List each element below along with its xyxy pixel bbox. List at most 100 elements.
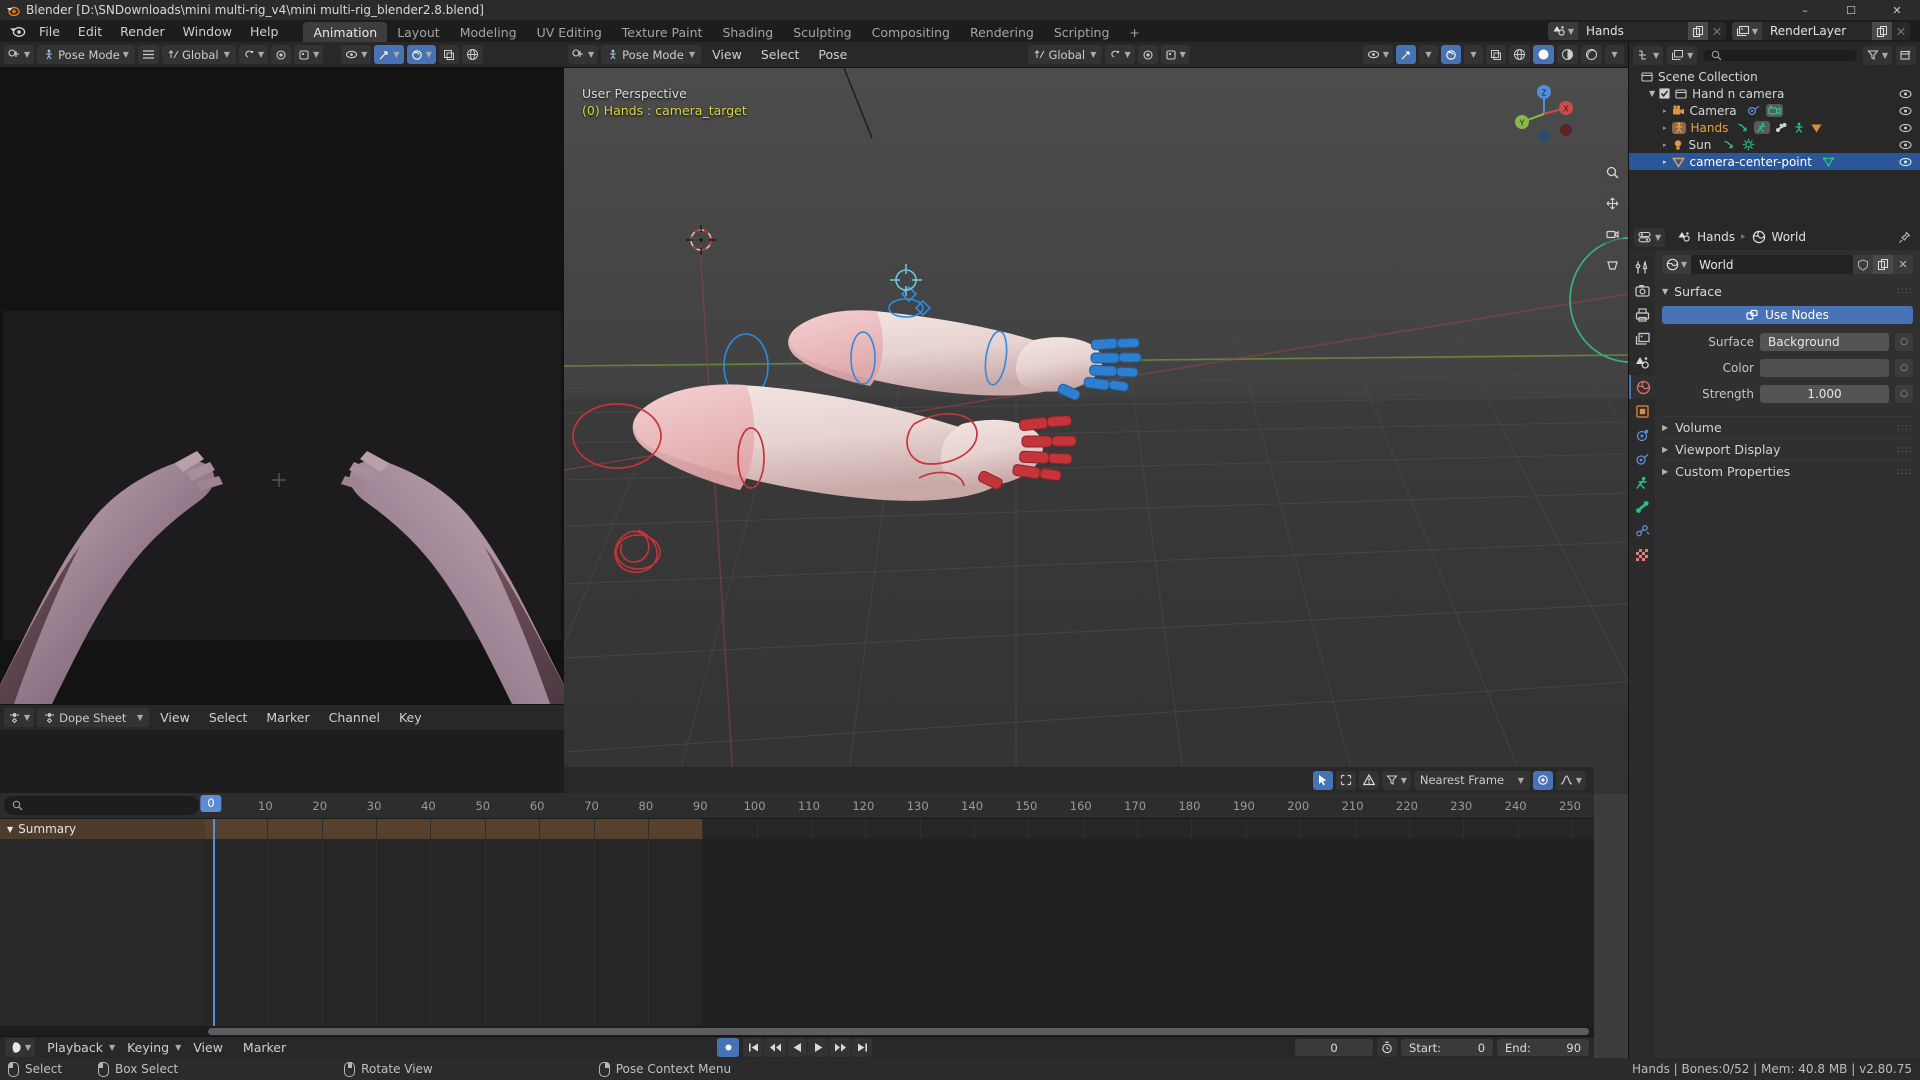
workspace-tab-add[interactable]: + <box>1119 22 1149 42</box>
menu-toggle-icon[interactable] <box>137 45 159 64</box>
snap-icon[interactable]: ▼ <box>238 45 269 64</box>
viewport-display-panel-header[interactable]: ▶ Viewport Display :::: <box>1662 438 1913 460</box>
world-name-field[interactable]: World <box>1691 255 1853 274</box>
properties-tab-world[interactable] <box>1629 375 1655 399</box>
color-swatch[interactable] <box>1760 359 1889 377</box>
expand-triangle-icon[interactable]: ▸ <box>1663 158 1667 166</box>
animation-data-icon[interactable] <box>1737 122 1749 133</box>
pose-icon[interactable] <box>1754 121 1771 134</box>
empty-data-icon[interactable] <box>1810 122 1823 134</box>
world-browse-button[interactable]: ▼ <box>1662 255 1692 274</box>
viewport-snap-icon[interactable]: ▼ <box>1105 45 1135 64</box>
unlink-world-button[interactable]: ✕ <box>1893 255 1913 274</box>
navigation-gizmo[interactable]: Z Y X <box>1508 78 1580 150</box>
viewport-transform-orientation[interactable]: Global ▼ <box>1028 45 1103 64</box>
outliner-editor-type-button[interactable]: ▼ <box>1633 45 1664 65</box>
properties-tab-constraint[interactable] <box>1629 447 1655 471</box>
start-frame-field[interactable]: Start: 0 <box>1401 1039 1494 1056</box>
dopesheet-ruler[interactable]: 0 10 20 30 40 50 60 70 80 90 100 110 120 130 140 150 160… <box>200 793 1594 818</box>
viewport-proportional-edit-icon[interactable] <box>1137 45 1158 64</box>
workspace-tab-scripting[interactable]: Scripting <box>1044 22 1120 42</box>
camera-view-icon[interactable] <box>1600 222 1624 246</box>
expand-triangle-icon[interactable]: ▸ <box>1663 141 1667 149</box>
outliner-tree[interactable]: Scene Collection ▼ Hand n camera ▸ Camer… <box>1629 68 1920 224</box>
bone-icon[interactable] <box>1775 122 1788 133</box>
light-data-icon[interactable] <box>1742 138 1755 151</box>
blender-menu-icon[interactable] <box>4 20 30 42</box>
shading-wireframe-button[interactable] <box>1509 45 1530 64</box>
workspace-tab-uv-editing[interactable]: UV Editing <box>527 22 612 42</box>
viewport-overlays-toggle-icon[interactable] <box>1441 45 1461 64</box>
outliner-filter-icon[interactable]: ▼ <box>1862 45 1892 65</box>
viewport-overlays-dropdown[interactable]: ▼ <box>1464 45 1483 64</box>
properties-tab-bone[interactable] <box>1629 495 1655 519</box>
dopesheet-editor-type-button[interactable]: ▼ <box>4 708 35 727</box>
workspace-tab-shading[interactable]: Shading <box>712 22 783 42</box>
shading-solid-button[interactable] <box>1533 45 1554 64</box>
outliner-search-input[interactable] <box>1703 49 1857 61</box>
workspace-tab-compositing[interactable]: Compositing <box>862 22 960 42</box>
menu-file[interactable]: File <box>30 20 69 42</box>
overlays-toggle-icon[interactable]: ▼ <box>406 45 436 64</box>
breadcrumb-scene[interactable]: Hands <box>1697 230 1735 244</box>
channel-summary[interactable]: ▼ Summary <box>0 819 205 839</box>
dopesheet-menu-select[interactable]: Select <box>201 710 256 725</box>
expand-triangle-icon[interactable]: ▸ <box>1663 107 1667 115</box>
viewport-falloff-icon[interactable]: ▼ <box>1160 45 1190 64</box>
dopesheet-horizontal-scrollbar[interactable] <box>0 1026 1594 1036</box>
dopesheet-mode-selector[interactable]: Dope Sheet ▼ <box>37 708 150 727</box>
transform-orientation-selector[interactable]: Global ▼ <box>161 45 236 64</box>
volume-panel-header[interactable]: ▶ Volume :::: <box>1662 416 1913 438</box>
move-view-icon[interactable] <box>1600 191 1624 215</box>
viewport-gizmo-toggle-icon[interactable] <box>1396 45 1416 64</box>
dopesheet-menu-marker[interactable]: Marker <box>258 710 317 725</box>
properties-tab-render[interactable] <box>1629 279 1655 303</box>
properties-tab-physics[interactable] <box>1629 423 1655 447</box>
maximize-button[interactable]: ☐ <box>1828 0 1874 20</box>
workspace-tab-texture-paint[interactable]: Texture Paint <box>612 22 713 42</box>
gizmo-toggle-icon[interactable]: ▼ <box>374 45 404 64</box>
current-frame-indicator[interactable]: 0 <box>200 795 222 812</box>
next-keyframe-button[interactable] <box>829 1038 852 1057</box>
properties-tab-tool[interactable] <box>1629 255 1655 279</box>
pin-icon[interactable] <box>1898 231 1911 244</box>
viewport-mode-selector[interactable]: Pose Mode ▼ <box>601 45 702 64</box>
dopesheet-menu-view[interactable]: View <box>152 710 198 725</box>
viewport-menu-view[interactable]: View <box>704 47 750 62</box>
workspace-tab-animation[interactable]: Animation <box>303 22 388 42</box>
eye-icon[interactable] <box>1899 106 1912 116</box>
close-button[interactable]: ✕ <box>1874 0 1920 20</box>
outliner-row-scene-collection[interactable]: Scene Collection <box>1629 68 1920 85</box>
panel-expand-icon[interactable]: ▼ <box>1662 287 1668 296</box>
eye-icon[interactable] <box>1899 123 1912 133</box>
proportional-falloff-keyframes-icon[interactable]: ▼ <box>1555 770 1586 790</box>
new-viewlayer-button[interactable] <box>1872 22 1892 40</box>
outliner-display-mode-button[interactable]: ▼ <box>1667 45 1698 65</box>
snapping-mode-selector[interactable]: Nearest Frame ▼ <box>1413 770 1530 790</box>
workspace-tab-sculpting[interactable]: Sculpting <box>783 22 861 42</box>
workspace-tab-layout[interactable]: Layout <box>387 22 450 42</box>
properties-tab-output[interactable] <box>1629 303 1655 327</box>
panel-collapse-icon[interactable]: ▶ <box>1662 467 1668 476</box>
jump-to-end-button[interactable] <box>852 1038 873 1057</box>
panel-collapse-icon[interactable]: ▶ <box>1662 423 1668 432</box>
scene-selector[interactable]: ▼ Hands ✕ <box>1548 22 1726 40</box>
properties-tab-viewlayer[interactable] <box>1629 327 1655 351</box>
camera-preview-viewport[interactable] <box>0 68 564 704</box>
animation-data-icon[interactable] <box>1723 139 1735 150</box>
use-preview-range-icon[interactable] <box>1377 1038 1398 1057</box>
viewport-menu-select[interactable]: Select <box>753 47 808 62</box>
mode-selector[interactable]: Pose Mode ▼ <box>37 45 135 64</box>
visibility-checkbox[interactable] <box>1659 88 1671 99</box>
menu-edit[interactable]: Edit <box>69 20 111 42</box>
menu-render[interactable]: Render <box>111 20 174 42</box>
playhead[interactable] <box>213 819 215 1026</box>
zoom-icon[interactable] <box>1600 160 1624 184</box>
expand-triangle-icon[interactable]: ▸ <box>1663 124 1667 132</box>
properties-tab-bone-constraint[interactable] <box>1629 519 1655 543</box>
workspace-tab-modeling[interactable]: Modeling <box>450 22 527 42</box>
scene-name[interactable]: Hands <box>1578 24 1688 38</box>
proportional-edit-keyframes-icon[interactable] <box>1532 770 1553 790</box>
workspace-tab-rendering[interactable]: Rendering <box>960 22 1044 42</box>
panel-collapse-icon[interactable]: ▶ <box>1662 445 1668 454</box>
